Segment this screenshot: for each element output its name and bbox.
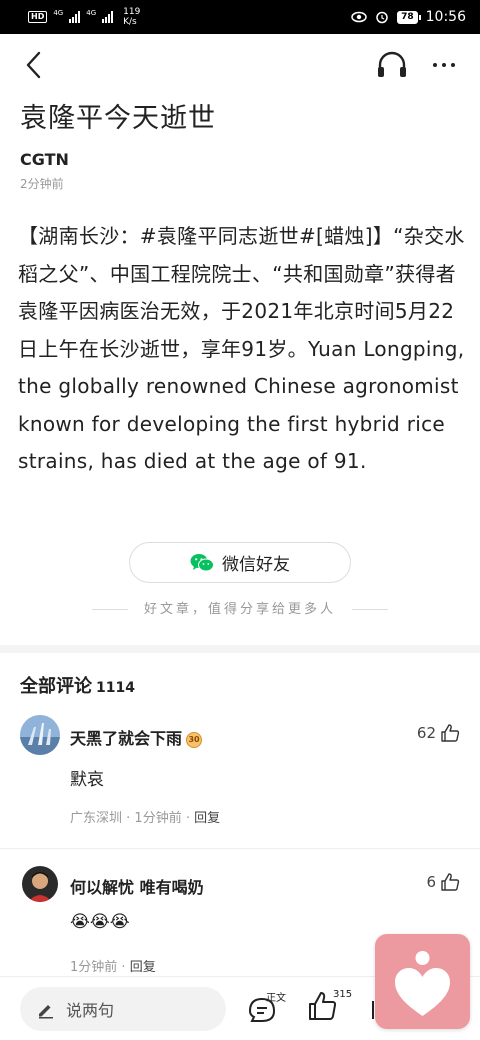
- eye-icon: [351, 11, 367, 23]
- battery-icon: 78: [397, 10, 421, 24]
- back-button[interactable]: [18, 48, 52, 82]
- comment-divider: [0, 848, 480, 849]
- comment-like-button[interactable]: 62: [417, 723, 460, 743]
- signal-icon: [69, 11, 81, 23]
- comments-title: 全部评论: [20, 676, 92, 697]
- share-tip-text: 好文章，值得分享给更多人: [143, 602, 336, 617]
- divider-line: [91, 609, 128, 610]
- article-time: 2分钟前: [20, 177, 64, 191]
- username-text: 天黑了就会下雨: [70, 729, 183, 748]
- reply-button[interactable]: 回复: [194, 811, 220, 826]
- dot-icon: [442, 63, 446, 67]
- comment-input[interactable]: 说两句: [20, 987, 226, 1031]
- avatar-image: [20, 715, 60, 755]
- comment-time: 1分钟前: [70, 960, 118, 975]
- comment-like-button[interactable]: 6: [426, 872, 460, 892]
- speed-value: 119: [123, 7, 141, 17]
- username-text: 何以解忧 唯有喝奶: [70, 878, 204, 897]
- floating-heart-widget[interactable]: [375, 934, 470, 1029]
- thumbs-up-icon: [441, 873, 460, 891]
- reply-button[interactable]: 回复: [130, 960, 156, 975]
- clock: 10:56: [425, 9, 466, 25]
- comment-location: 广东深圳: [70, 811, 123, 826]
- chevron-left-icon: [26, 51, 41, 79]
- dot-icon: [451, 63, 455, 67]
- top-nav: [0, 34, 480, 96]
- thumbs-up-icon: [441, 724, 460, 742]
- share-wechat-button[interactable]: 微信好友: [129, 542, 351, 583]
- listen-button[interactable]: [374, 48, 410, 82]
- article-body: 【湖南长沙：#袁隆平同志逝世#[蜡烛]】“杂交水稻之父”、中国工程院院士、“共和…: [18, 224, 465, 473]
- avatar-image: [22, 866, 58, 902]
- network-speed: 119 K/s: [123, 7, 140, 27]
- comment-username[interactable]: 何以解忧 唯有喝奶: [70, 874, 204, 898]
- network-type-1: 4G: [53, 9, 64, 17]
- comment-username[interactable]: 天黑了就会下雨 30: [70, 725, 203, 749]
- signal-icon: [102, 11, 114, 23]
- section-divider: [0, 645, 480, 653]
- wechat-icon: [190, 553, 214, 571]
- alarm-icon: [376, 11, 388, 24]
- article-like-button[interactable]: [308, 991, 337, 1021]
- comments-header: 全部评论 1114: [20, 672, 135, 698]
- share-button-label: 微信好友: [222, 555, 290, 575]
- avatar[interactable]: [20, 715, 60, 755]
- comment-input-placeholder: 说两句: [66, 1001, 115, 1020]
- pencil-icon: [39, 1005, 53, 1019]
- comment-meta: 广东深圳 · 1分钟前 · 回复: [70, 811, 221, 826]
- comment-text: 默哀: [70, 770, 104, 790]
- status-bar: HD 4G 4G 119 K/s 78 10:56: [0, 0, 480, 34]
- comment-meta: 1分钟前 · 回复: [70, 960, 156, 975]
- heart-person-icon: [395, 951, 450, 1016]
- level-badge-icon: 30: [186, 731, 203, 748]
- share-tip: 好文章，值得分享给更多人: [0, 598, 480, 617]
- like-count: 62: [416, 724, 436, 742]
- comments-count: 1114: [96, 680, 135, 696]
- more-options-button[interactable]: [426, 48, 462, 82]
- hd-indicator: HD: [28, 11, 48, 23]
- headphones-icon: [378, 51, 406, 77]
- speed-unit: K/s: [123, 17, 137, 27]
- divider-line: [352, 609, 388, 610]
- comment-text: 😭😭😭: [70, 912, 130, 932]
- article-like-count: 315: [333, 989, 353, 1000]
- article-title: 袁隆平今天逝世: [20, 103, 216, 134]
- article-source[interactable]: CGTN: [20, 150, 69, 169]
- thumbs-up-icon: [309, 992, 337, 1020]
- network-type-2: 4G: [86, 9, 97, 17]
- comment-item: 天黑了就会下雨 30 62 默哀 广东深圳 · 1分钟前 · 回复: [0, 713, 480, 833]
- like-count: 6: [426, 873, 436, 891]
- avatar[interactable]: [22, 866, 58, 902]
- dot-icon: [433, 63, 437, 67]
- comment-time: 1分钟前: [134, 811, 182, 826]
- comment-button-label: 正文: [266, 993, 286, 1004]
